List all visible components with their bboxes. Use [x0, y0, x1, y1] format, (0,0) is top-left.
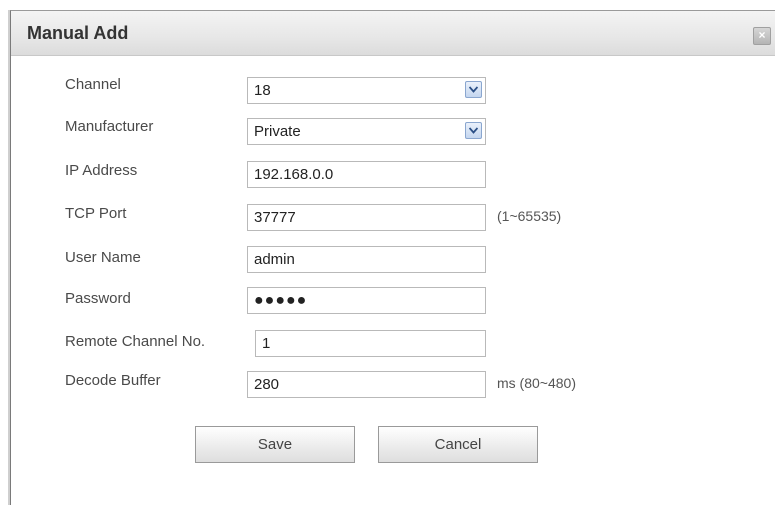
- ip-address-input[interactable]: 192.168.0.0: [247, 161, 486, 188]
- decode-buffer-input[interactable]: 280: [247, 371, 486, 398]
- dialog-titlebar: Manual Add ×: [11, 11, 775, 56]
- chevron-down-icon[interactable]: [465, 122, 482, 139]
- channel-value: 18: [254, 82, 271, 99]
- tcp-port-range-hint: (1~65535): [497, 208, 562, 224]
- manufacturer-select[interactable]: Private: [247, 118, 486, 145]
- decode-buffer-range-hint: ms (80~480): [497, 375, 576, 391]
- manufacturer-label: Manufacturer: [65, 118, 154, 135]
- save-button[interactable]: Save: [195, 426, 355, 463]
- ip-address-label: IP Address: [65, 162, 138, 179]
- password-input[interactable]: ●●●●●: [247, 287, 486, 314]
- channel-label: Channel: [65, 76, 121, 93]
- chevron-down-icon[interactable]: [465, 81, 482, 98]
- user-name-label: User Name: [65, 249, 141, 266]
- manufacturer-value: Private: [254, 123, 301, 140]
- channel-select[interactable]: 18: [247, 77, 486, 104]
- user-name-input[interactable]: admin: [247, 246, 486, 273]
- remote-channel-input[interactable]: 1: [255, 330, 486, 357]
- password-label: Password: [65, 290, 131, 307]
- remote-channel-label: Remote Channel No.: [65, 333, 206, 350]
- decode-buffer-label: Decode Buffer: [65, 372, 161, 389]
- cancel-button[interactable]: Cancel: [378, 426, 538, 463]
- dialog-title: Manual Add: [27, 23, 129, 43]
- close-icon[interactable]: ×: [753, 27, 771, 45]
- tcp-port-label: TCP Port: [65, 205, 127, 222]
- tcp-port-input[interactable]: 37777: [247, 204, 486, 231]
